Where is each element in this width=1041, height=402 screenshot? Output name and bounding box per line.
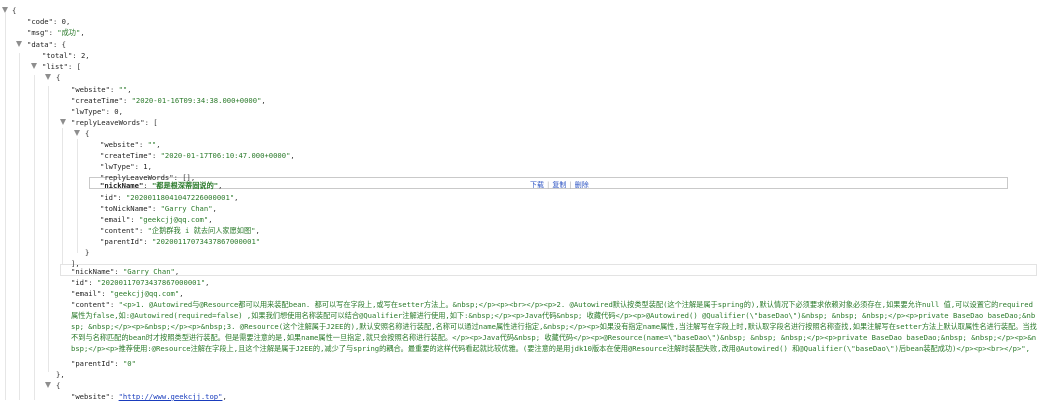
key-email: "email" [71,289,102,298]
json-line-sub-parentid: "parentId": "20200117073437867000001" [100,237,261,246]
brace-open: { [12,6,17,15]
key-website: "website" [71,85,110,94]
json-line-parentid: "parentId": "0" [71,359,136,368]
key-lwtype: "lwType" [100,162,135,171]
key-id: "id" [100,193,118,202]
key-list: "list" [42,62,68,71]
json-line-content: "content": "<p>1. @Autowired与@Resource都可… [71,300,1037,353]
collapse-triangle-icon[interactable] [31,63,37,69]
collapse-triangle-icon[interactable] [60,119,66,125]
json-line-lwtype: "lwType": 0, [71,107,123,116]
indent-guide [34,75,35,400]
key-nickname: "nickName" [100,181,144,190]
value-createtime: "2020-01-16T09:34:38.000+0000" [131,96,262,105]
key-parentid: "parentId" [100,237,144,246]
json-line-item-close: }, [56,370,65,379]
json-line-code: "code": 0, [27,17,71,26]
key-website: "website" [100,140,139,149]
json-line-sub-tonickname: "toNickName": "Garry Chan", [100,204,217,213]
json-line-createtime: "createTime": "2020-01-16T09:34:38.000+0… [71,96,266,105]
json-line-sub-id: "id": "20200118041047226000001", [100,193,239,202]
json-line-sub-website: "website": "", [100,140,161,149]
json-line-sub-nickname[interactable]: "nickName": "都是根深蒂固说的", [100,180,222,191]
value-nickname: "Garry Chan" [122,267,175,276]
indent-guide [77,139,78,253]
json-line-nickname: "nickName": "Garry Chan", [71,267,180,276]
key-msg: "msg" [27,28,49,37]
value-parentid: "0" [122,359,136,368]
value-content: "企鹅群我 i 就去问人家愿如图" [147,226,256,235]
collapse-triangle-icon[interactable] [2,7,8,13]
key-code: "code" [27,17,53,26]
key-lwtype: "lwType" [71,107,106,116]
json-line-sub-email: "email": "geekcjj@qq.com", [100,215,213,224]
key-tonickname: "toNickName" [100,204,152,213]
key-nickname: "nickName" [71,267,115,276]
value-website: "" [118,85,128,94]
value-content: "<p>1. @Autowired与@Resource都可以用来装配bean. … [71,300,1037,353]
value-parentid: "20200117073437867000001" [151,237,261,246]
value-id: "20200118041047226000001" [125,193,235,202]
json-line-email: "email": "geekcjj@qq.com", [71,289,184,298]
collapse-triangle-icon[interactable] [45,74,51,80]
json-line-id: "id": "20200117073437867000001", [71,278,210,287]
collapse-triangle-icon[interactable] [16,41,22,47]
copy-action[interactable]: 复制 [552,181,566,189]
json-line-sub-close: } [85,248,90,257]
key-parentid: "parentId" [71,359,115,368]
value-website: "" [147,140,157,149]
value-id: "20200117073437867000001" [96,278,206,287]
row-actions: 下载 | 复制 | 删除 [530,181,589,189]
json-line-sub-lwtype: "lwType": 1, [100,162,152,171]
json-line-msg: "msg": "成功", [27,28,85,37]
key-createtime: "createTime" [100,151,152,160]
key-email: "email" [100,215,131,224]
value-createtime: "2020-01-17T06:10:47.000+0000" [160,151,291,160]
value-tonickname: "Garry Chan" [160,204,213,213]
collapse-triangle-icon[interactable] [74,130,80,136]
key-replyleavewords: "replyLeaveWords" [71,118,145,127]
download-action[interactable]: 下载 [530,181,544,189]
key-id: "id" [71,278,89,287]
key-content: "content" [100,226,139,235]
indent-guide [48,86,49,372]
key-data: "data" [27,40,53,49]
nickname-row-outline [60,264,1037,276]
value-msg: "成功" [57,28,81,37]
indent-guide [62,128,63,264]
json-line-sub-createtime: "createTime": "2020-01-17T06:10:47.000+0… [100,151,295,160]
value-nickname: "都是根深蒂固说的" [151,181,219,190]
key-content: "content" [71,300,110,309]
key-createtime: "createTime" [71,96,123,105]
json-line-total: "total": 2, [42,51,90,60]
key-total: "total" [42,51,73,60]
value-email: "geekcjj@qq.com" [109,289,180,298]
json-line-website: "website": "", [71,85,132,94]
json-line-sub-content: "content": "企鹅群我 i 就去问人家愿如图", [100,226,260,235]
delete-action[interactable]: 删除 [575,181,589,189]
json-line-website-2: "website": "http://www.geekcjj.top", [71,392,227,401]
value-email: "geekcjj@qq.com" [138,215,209,224]
indent-guide [5,13,6,400]
collapse-triangle-icon[interactable] [45,382,51,388]
indent-guide [19,53,20,400]
